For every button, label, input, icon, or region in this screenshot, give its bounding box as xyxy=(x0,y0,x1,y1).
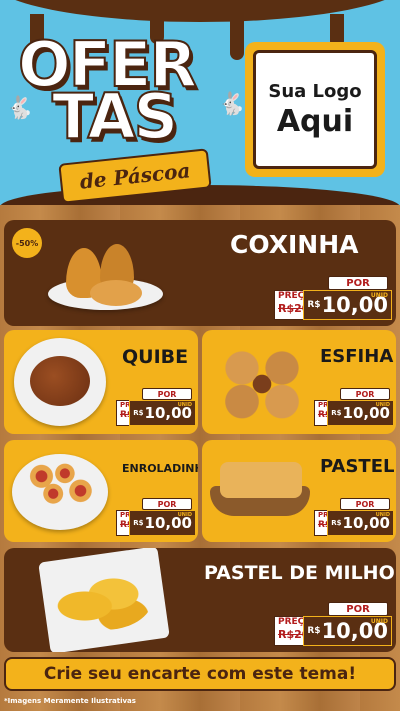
pastel-milho-image xyxy=(56,570,152,630)
price-por-label: POR xyxy=(340,388,390,400)
price-tag: POR PREÇO R$20,00 UNID R$ 10,00 xyxy=(314,498,394,538)
product-card-esfiha: ESFIHA POR PREÇO R$20,00 UNID R$ 10,00 xyxy=(202,330,396,434)
unit-label: UNID xyxy=(177,512,192,518)
product-card-pastel: PASTEL POR PREÇO R$20,00 UNID R$ 10,00 xyxy=(202,440,396,542)
product-card-coxinha: -50% COXINHA POR PREÇO R$20,00 UNID R$ 1… xyxy=(4,220,396,326)
new-price-box: UNID R$ 10,00 xyxy=(327,400,394,426)
unit-label: UNID xyxy=(375,402,390,408)
price-tag: POR PREÇO R$20,00 UNID R$ 10,00 xyxy=(116,388,196,428)
product-name: COXINHA xyxy=(230,230,359,259)
logo-text-line2: Aqui xyxy=(276,103,354,139)
unit-label: UNID xyxy=(375,512,390,518)
product-name: ENROLADINHO xyxy=(122,462,198,475)
unit-label: UNID xyxy=(370,292,388,299)
price-tag: POR PREÇO R$20,00 UNID R$ 10,00 xyxy=(274,276,392,322)
unit-label: UNID xyxy=(177,402,192,408)
logo-placeholder: Sua Logo Aqui xyxy=(245,42,385,177)
header-banner: 🐇 🐇 OFER TAS de Páscoa Sua Logo Aqui xyxy=(0,0,400,205)
price-tag: POR PREÇO R$20,00 UNID R$ 10,00 xyxy=(274,602,392,648)
offers-title: OFER TAS de Páscoa xyxy=(14,27,212,204)
enroladinho-image xyxy=(22,456,100,514)
new-price-box: UNID R$ 10,00 xyxy=(129,400,196,426)
product-name: PASTEL DE MILHO xyxy=(204,562,395,584)
price-por-label: POR xyxy=(328,602,388,616)
currency-label: R$ xyxy=(307,626,321,636)
product-card-pastel-de-milho: PASTEL DE MILHO POR PREÇO R$20,00 UNID R… xyxy=(4,548,396,652)
unit-label: UNID xyxy=(370,618,388,625)
price-por-label: POR xyxy=(142,498,192,510)
price-tag: POR PREÇO R$20,00 UNID R$ 10,00 xyxy=(116,498,196,538)
logo-card: Sua Logo Aqui xyxy=(253,50,377,169)
price-por-label: POR xyxy=(328,276,388,290)
esfiha-image xyxy=(212,344,312,424)
new-price-box: UNID R$ 10,00 xyxy=(327,510,394,536)
quibe-image xyxy=(30,356,90,406)
logo-text-line1: Sua Logo xyxy=(268,80,362,102)
pastel-image xyxy=(220,462,302,498)
price-tag: POR PREÇO R$20,00 UNID R$ 10,00 xyxy=(314,388,394,428)
discount-badge: -50% xyxy=(12,228,42,258)
currency-label: R$ xyxy=(331,519,342,527)
title-line-2: TAS xyxy=(51,79,179,154)
currency-label: R$ xyxy=(307,300,321,310)
disclaimer-text: *Imagens Meramente Ilustrativas xyxy=(4,697,136,705)
product-name: QUIBE xyxy=(122,346,189,368)
new-price-box: UNID R$ 10,00 xyxy=(303,290,392,320)
bunny-icon: 🐇 xyxy=(218,92,246,117)
product-card-quibe: QUIBE POR PREÇO R$20,00 UNID R$ 10,00 xyxy=(4,330,198,434)
price-por-label: POR xyxy=(340,498,390,510)
currency-label: R$ xyxy=(133,519,144,527)
new-price-box: UNID R$ 10,00 xyxy=(129,510,196,536)
coxinha-image xyxy=(90,280,142,306)
new-price-box: UNID R$ 10,00 xyxy=(303,616,392,646)
currency-label: R$ xyxy=(133,409,144,417)
product-name: PASTEL xyxy=(320,456,395,477)
price-por-label: POR xyxy=(142,388,192,400)
product-name: ESFIHA xyxy=(320,346,394,367)
product-card-enroladinho: ENROLADINHO POR PREÇO R$20,00 UNID R$ 10… xyxy=(4,440,198,542)
currency-label: R$ xyxy=(331,409,342,417)
create-flyer-banner[interactable]: Crie seu encarte com este tema! xyxy=(4,657,396,691)
chocolate-drip xyxy=(230,14,244,60)
